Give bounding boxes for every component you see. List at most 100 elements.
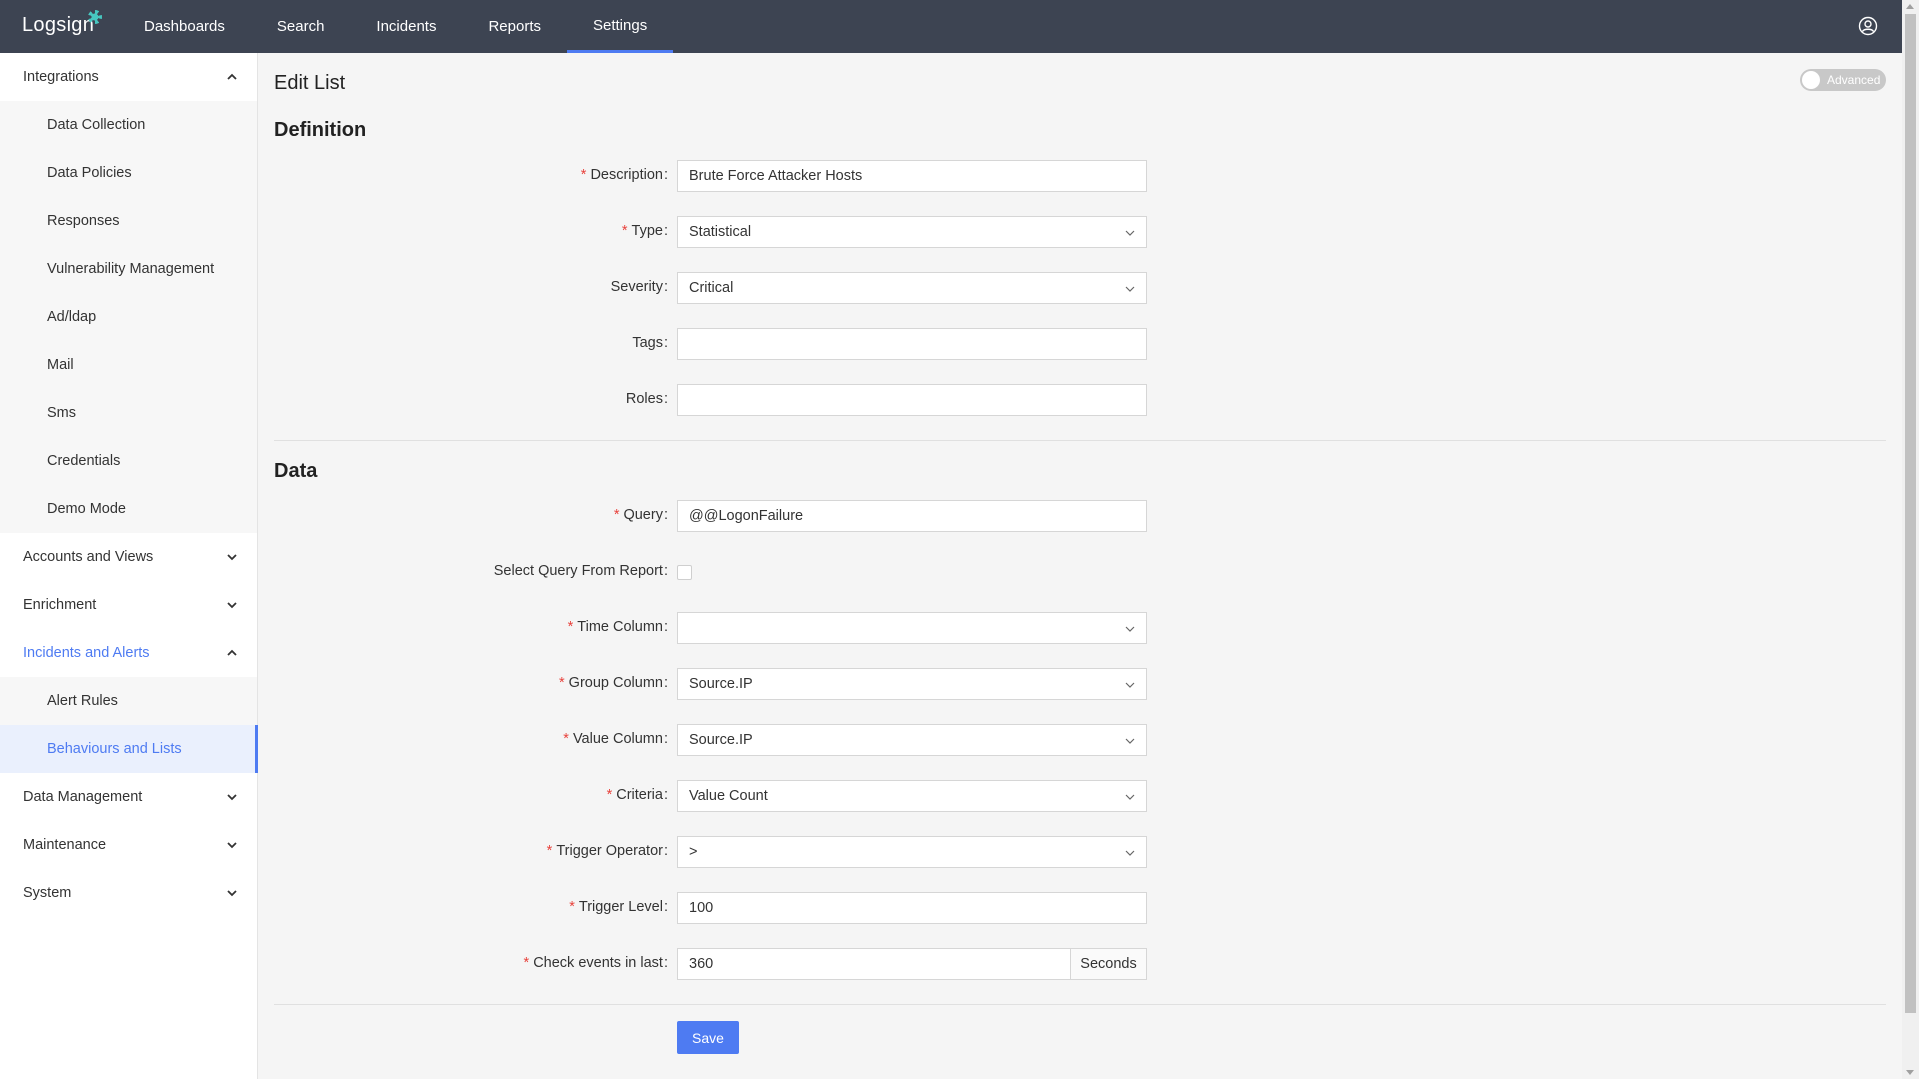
chevron-down-icon (227, 794, 237, 801)
sidebar-group-incidents-and-alerts[interactable]: Incidents and Alerts (0, 629, 257, 677)
sidebar-group-label: Maintenance (23, 837, 107, 853)
check-events-label: * Check events in last: (523, 955, 668, 971)
criteria-label: * Criteria: (606, 787, 668, 803)
severity-label: Severity: (610, 279, 668, 295)
user-account-icon[interactable] (1858, 16, 1878, 36)
severity-select-value: Critical (689, 280, 734, 296)
scrollbar-thumb[interactable] (1905, 14, 1916, 1013)
trigger-level-input[interactable]: 100 (677, 892, 1147, 924)
sidebar-item-credentials[interactable]: Credentials (0, 437, 257, 485)
group-column-select[interactable]: Source.IP (677, 668, 1147, 700)
roles-label: Roles: (625, 391, 668, 407)
sidebar-group-enrichment[interactable]: Enrichment (0, 581, 257, 629)
advanced-toggle-label: Advanced (1827, 73, 1881, 87)
group-column-select-value: Source.IP (689, 676, 753, 692)
trigger-operator-select[interactable]: > (677, 836, 1147, 868)
trigger-operator-row: * Trigger Operator: > (258, 836, 1258, 868)
sidebar-group-integrations[interactable]: Integrations (0, 53, 257, 101)
save-button[interactable]: Save (677, 1021, 739, 1054)
tags-row: Tags: (258, 328, 1258, 360)
roles-row: Roles: (258, 384, 1258, 416)
chevron-down-icon (1125, 850, 1135, 856)
logo-text: Logsign (22, 14, 95, 36)
criteria-select[interactable]: Value Count (677, 780, 1147, 812)
nav-incidents[interactable]: Incidents (350, 0, 462, 53)
type-select-value: Statistical (689, 224, 752, 240)
definition-section-title: Definition (274, 119, 367, 141)
sidebar-group-label: System (23, 885, 72, 901)
roles-input[interactable] (677, 384, 1147, 416)
trigger-level-row: * Trigger Level: 100 (258, 892, 1258, 924)
tags-input[interactable] (677, 328, 1147, 360)
time-column-label: * Time Column: (567, 619, 668, 635)
select-query-label: Select Query From Report: (493, 563, 668, 579)
time-column-row: * Time Column: (258, 612, 1258, 644)
chevron-down-icon (227, 602, 237, 609)
group-column-row: * Group Column: Source.IP (258, 668, 1258, 700)
chevron-up-icon (227, 73, 237, 80)
sidebar-group-maintenance[interactable]: Maintenance (0, 821, 257, 869)
sidebar-item-alert-rules[interactable]: Alert Rules (0, 677, 257, 725)
select-query-checkbox[interactable] (677, 565, 692, 580)
logo[interactable]: Logsign (22, 10, 103, 37)
chevron-down-icon (1125, 626, 1135, 632)
main-content: Edit List Advanced Definition * Descripti… (258, 53, 1902, 1079)
chevron-down-icon (227, 554, 237, 561)
trigger-level-label: * Trigger Level: (569, 899, 668, 915)
type-select[interactable]: Statistical (677, 216, 1147, 248)
description-input[interactable]: Brute Force Attacker Hosts (677, 160, 1147, 192)
check-events-input[interactable]: 360 (677, 948, 1071, 980)
nav-settings[interactable]: Settings (567, 0, 674, 53)
chevron-down-icon (1125, 794, 1135, 800)
chevron-down-icon (227, 842, 237, 849)
sidebar-item-behaviours-and-lists[interactable]: Behaviours and Lists (0, 725, 258, 773)
sidebar-item-sms[interactable]: Sms (0, 389, 257, 437)
toggle-knob (1802, 71, 1820, 89)
sidebar-submenu-incidents: Alert Rules Behaviours and Lists (0, 677, 258, 773)
sidebar-group-accounts-and-views[interactable]: Accounts and Views (0, 533, 257, 581)
severity-select[interactable]: Critical (677, 272, 1147, 304)
sidebar-item-data-policies[interactable]: Data Policies (0, 149, 257, 197)
settings-sidebar: Integrations Data Collection Data Polici… (0, 53, 258, 1079)
nav-search[interactable]: Search (251, 0, 351, 53)
type-row: * Type: Statistical (258, 216, 1258, 248)
nav-dashboards[interactable]: Dashboards (118, 0, 251, 53)
sidebar-item-data-collection[interactable]: Data Collection (0, 101, 257, 149)
seconds-unit-addon: Seconds (1070, 948, 1147, 980)
chevron-down-icon (227, 890, 237, 897)
trigger-operator-label: * Trigger Operator: (546, 843, 668, 859)
time-column-select[interactable] (677, 612, 1147, 644)
query-row: * Query: @@LogonFailure (258, 500, 1258, 532)
query-label: * Query: (613, 507, 668, 523)
page-scrollbar[interactable] (1902, 0, 1919, 1079)
advanced-toggle[interactable]: Advanced (1800, 69, 1886, 91)
value-column-select[interactable]: Source.IP (677, 724, 1147, 756)
type-label: * Type: (621, 223, 668, 239)
sidebar-item-ad-ldap[interactable]: Ad/ldap (0, 293, 257, 341)
sidebar-group-label: Incidents and Alerts (23, 645, 150, 661)
chevron-up-icon (227, 649, 237, 656)
tags-label: Tags: (632, 335, 668, 351)
sidebar-item-demo-mode[interactable]: Demo Mode (0, 485, 257, 533)
sidebar-group-label: Data Management (23, 789, 143, 805)
value-column-label: * Value Column: (563, 731, 668, 747)
description-label: * Description: (580, 167, 668, 183)
criteria-select-value: Value Count (689, 788, 768, 804)
sidebar-item-responses[interactable]: Responses (0, 197, 257, 245)
scroll-up-icon[interactable] (1906, 4, 1914, 9)
nav-reports[interactable]: Reports (462, 0, 567, 53)
sidebar-item-vulnerability-management[interactable]: Vulnerability Management (0, 245, 257, 293)
page-title: Edit List (274, 72, 346, 94)
sidebar-submenu-integrations: Data Collection Data Policies Responses … (0, 101, 257, 533)
query-input[interactable]: @@LogonFailure (677, 500, 1147, 532)
main-nav: Dashboards Search Incidents Reports Sett… (118, 0, 674, 53)
sidebar-item-mail[interactable]: Mail (0, 341, 257, 389)
sidebar-group-system[interactable]: System (0, 869, 257, 917)
chevron-down-icon (1125, 682, 1135, 688)
trigger-operator-select-value: > (689, 844, 698, 860)
sidebar-group-data-management[interactable]: Data Management (0, 773, 257, 821)
form-footer-divider (274, 1004, 1886, 1005)
description-row: * Description: Brute Force Attacker Hosts (258, 160, 1258, 192)
section-divider (274, 440, 1886, 441)
scroll-down-icon[interactable] (1906, 1070, 1914, 1075)
